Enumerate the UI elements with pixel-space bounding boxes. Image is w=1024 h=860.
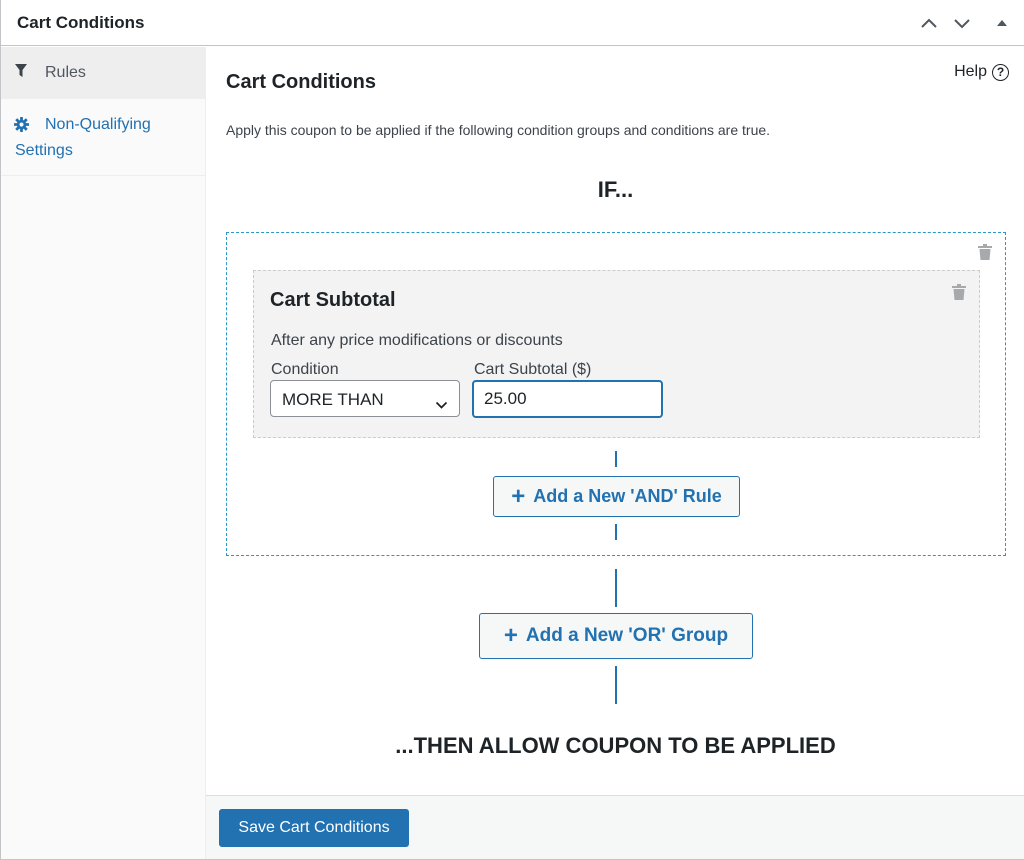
add-and-rule-label: Add a New 'AND' Rule bbox=[533, 486, 722, 506]
if-label: IF... bbox=[597, 177, 634, 202]
filter-icon bbox=[15, 64, 27, 83]
plus-icon: + bbox=[511, 482, 526, 510]
connector-line bbox=[615, 569, 617, 607]
delete-group-trash-icon[interactable] bbox=[978, 244, 992, 260]
toggle-panel-button[interactable] bbox=[992, 13, 1012, 33]
chevron-up-icon bbox=[921, 18, 937, 28]
section-title: Cart Conditions bbox=[226, 71, 376, 93]
chevron-down-icon bbox=[954, 19, 970, 29]
sidebar-item-label-line1: Non-Qualifying bbox=[45, 116, 151, 133]
main-content: Cart Conditions Help ? Apply this coupon… bbox=[206, 47, 1024, 795]
condition-group: Cart Subtotal After any price modificati… bbox=[226, 232, 1006, 556]
cart-conditions-panel: Cart Conditions Rules Non-Qualifying Set… bbox=[0, 0, 1024, 860]
panel-header: Cart Conditions bbox=[1, 0, 1024, 46]
panel-title: Cart Conditions bbox=[17, 13, 145, 32]
triangle-up-icon bbox=[997, 20, 1007, 26]
add-and-rule-button[interactable]: + Add a New 'AND' Rule bbox=[493, 476, 740, 517]
connector-line bbox=[615, 524, 617, 540]
chevron-down-icon bbox=[435, 395, 448, 415]
condition-description: After any price modifications or discoun… bbox=[271, 332, 563, 349]
sidebar-item-label: Rules bbox=[45, 64, 86, 81]
add-or-group-button[interactable]: + Add a New 'OR' Group bbox=[479, 613, 753, 659]
move-up-button[interactable] bbox=[919, 13, 939, 33]
section-description: Apply this coupon to be applied if the f… bbox=[226, 122, 771, 138]
save-cart-conditions-button[interactable]: Save Cart Conditions bbox=[219, 809, 409, 847]
sidebar-item-rules[interactable]: Rules bbox=[1, 47, 205, 99]
then-label: ...THEN ALLOW COUPON TO BE APPLIED bbox=[395, 733, 836, 758]
condition-label: Condition bbox=[271, 361, 339, 378]
add-or-group-label: Add a New 'OR' Group bbox=[525, 625, 729, 646]
sidebar-item-non-qualifying-settings[interactable]: Non-Qualifying Settings bbox=[1, 100, 205, 176]
move-down-button[interactable] bbox=[952, 13, 972, 33]
help-label: Help bbox=[954, 63, 987, 80]
condition-cart-subtotal: Cart Subtotal After any price modificati… bbox=[253, 270, 980, 438]
cart-subtotal-input[interactable] bbox=[472, 380, 663, 418]
question-circle-icon: ? bbox=[992, 63, 1009, 81]
connector-line bbox=[615, 451, 617, 467]
condition-select[interactable]: MORE THAN bbox=[270, 380, 460, 417]
sidebar-item-label-line2: Settings bbox=[15, 142, 73, 159]
subtotal-label: Cart Subtotal ($) bbox=[474, 361, 592, 378]
condition-select-value: MORE THAN bbox=[282, 390, 384, 409]
sidebar: Rules Non-Qualifying Settings bbox=[1, 47, 206, 859]
footer: Save Cart Conditions bbox=[206, 795, 1024, 859]
plus-icon: + bbox=[503, 622, 518, 649]
help-link[interactable]: Help ? bbox=[954, 63, 1009, 81]
gear-icon bbox=[14, 117, 29, 137]
delete-condition-trash-icon[interactable] bbox=[952, 284, 966, 300]
condition-title: Cart Subtotal bbox=[270, 289, 396, 311]
connector-line bbox=[615, 666, 617, 704]
